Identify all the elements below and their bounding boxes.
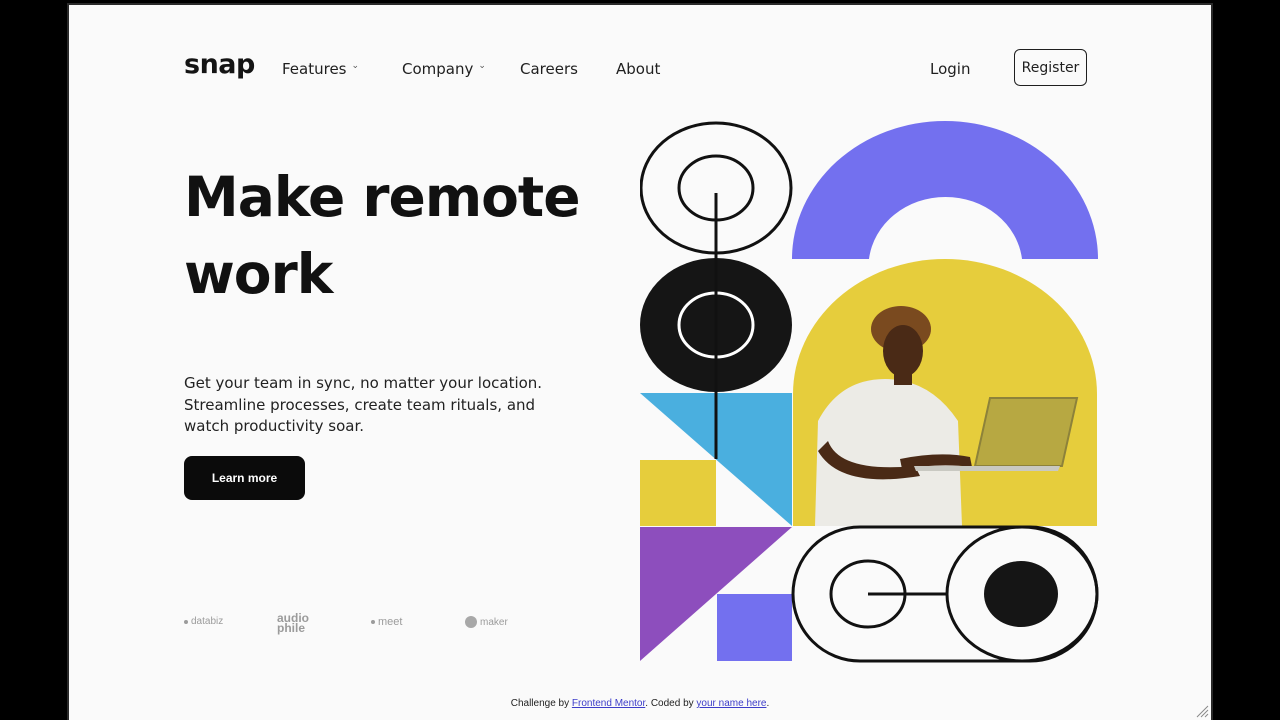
client-logo-databiz: databiz bbox=[184, 616, 223, 627]
meet-dots-icon bbox=[371, 620, 375, 624]
nav-company-dropdown[interactable]: Company ⌄ bbox=[402, 60, 486, 78]
client-audiophile-line2: phile bbox=[277, 621, 306, 635]
hero-illustration bbox=[640, 121, 1099, 663]
attribution-prefix: Challenge by bbox=[510, 698, 572, 709]
yellow-square-shape bbox=[640, 460, 716, 526]
chevron-down-icon: ⌄ bbox=[478, 61, 486, 71]
purple-square-shape bbox=[717, 594, 792, 661]
hero-title-line2: work bbox=[184, 242, 333, 306]
nav-features-dropdown[interactable]: Features ⌄ bbox=[282, 60, 359, 78]
photo-arch-shape bbox=[793, 259, 1097, 526]
attribution-suffix: . bbox=[766, 698, 770, 709]
login-link[interactable]: Login bbox=[930, 60, 970, 78]
register-button[interactable]: Register bbox=[1014, 49, 1087, 86]
resize-handle-icon[interactable] bbox=[1195, 704, 1209, 718]
frontend-mentor-link[interactable]: Frontend Mentor bbox=[572, 698, 645, 709]
learn-more-button[interactable]: Learn more bbox=[184, 456, 305, 500]
client-databiz-label: databiz bbox=[191, 616, 224, 627]
hero-description: Get your team in sync, no matter your lo… bbox=[184, 374, 543, 435]
databiz-dot-icon bbox=[184, 619, 188, 624]
nav-about-link[interactable]: About bbox=[616, 60, 660, 78]
pill-shape bbox=[791, 525, 1099, 663]
attribution-middle: . Coded by bbox=[645, 698, 697, 709]
client-meet-label: meet bbox=[378, 616, 403, 628]
nav-careers-link[interactable]: Careers bbox=[520, 60, 578, 78]
browser-viewport: snap Features ⌄ Company ⌄ Careers About … bbox=[67, 3, 1213, 720]
attribution-footer: Challenge by Frontend Mentor. Coded by y… bbox=[69, 698, 1211, 709]
hero-title-line1: Make remote bbox=[184, 165, 581, 229]
client-maker-label: maker bbox=[480, 616, 508, 628]
client-logo-maker: maker bbox=[465, 616, 508, 628]
author-link[interactable]: your name here bbox=[696, 698, 766, 709]
nav-features-label: Features bbox=[282, 60, 347, 78]
hero-title: Make remote work bbox=[184, 170, 604, 324]
maker-logo-icon bbox=[465, 616, 477, 628]
client-logo-audiophile: audio phile bbox=[277, 612, 309, 635]
snap-logo[interactable]: snap bbox=[184, 49, 255, 80]
nav-company-label: Company bbox=[402, 60, 474, 78]
chevron-down-icon: ⌄ bbox=[351, 61, 360, 71]
client-logo-meet: meet bbox=[371, 616, 402, 628]
purple-arch-shape bbox=[792, 121, 1098, 259]
